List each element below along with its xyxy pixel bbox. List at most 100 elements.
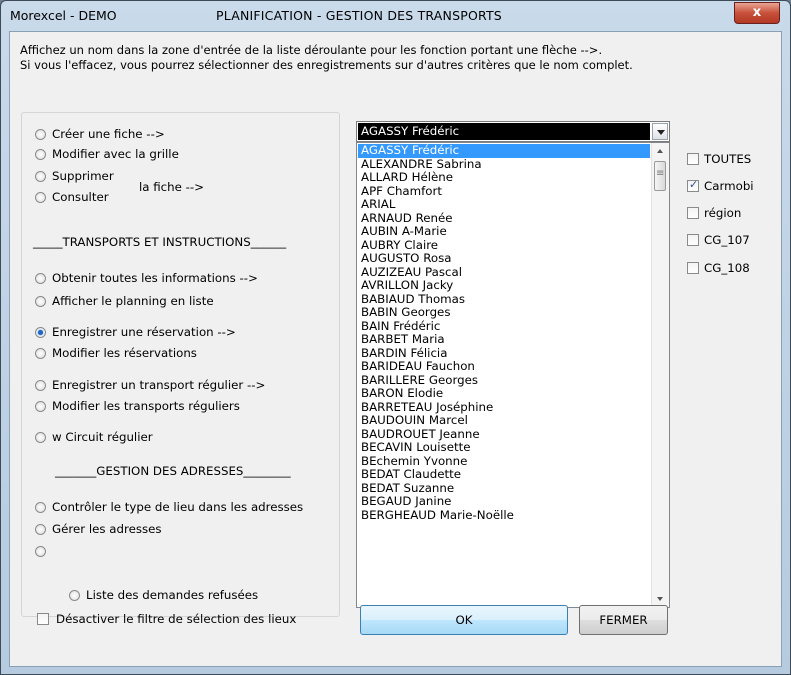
radio-creer-fiche[interactable]: Créer une fiche --> <box>35 127 165 141</box>
checkbox-box <box>37 613 49 625</box>
section-transports-title: _____TRANSPORTS ET INSTRUCTIONS______ <box>33 235 287 249</box>
intro-line-1: Affichez un nom dans la zone d'entrée de… <box>20 43 603 57</box>
list-item[interactable]: AUBIN A-Marie <box>358 225 650 239</box>
radio-obtenir-informations[interactable]: Obtenir toutes les informations --> <box>35 271 258 285</box>
radio-label: Consulter <box>52 190 109 204</box>
list-item[interactable]: BERGHEAUD Marie-Noëlle <box>358 509 650 523</box>
filter-region-checkbox[interactable]: région <box>687 206 741 220</box>
radio-empty-option[interactable] <box>35 544 52 558</box>
list-item[interactable]: AUGUSTO Rosa <box>358 252 650 266</box>
radio-label: Enregistrer un transport régulier --> <box>52 378 266 392</box>
list-scrollbar[interactable] <box>651 143 669 607</box>
scroll-thumb[interactable] <box>654 161 666 191</box>
radio-modifier-reservations[interactable]: Modifier les réservations <box>35 346 197 360</box>
list-items: AGASSY Frédéric ALEXANDRE Sabrina ALLARD H… <box>358 144 650 522</box>
dialog-client-area: Affichez un nom dans la zone d'entrée de… <box>9 31 782 667</box>
fermer-button[interactable]: FERMER <box>579 605 668 635</box>
radio-controler-lieu[interactable]: Contrôler le type de lieu dans les adres… <box>35 500 303 514</box>
list-item[interactable]: BEGAUD Janine <box>358 495 650 509</box>
radio-dot <box>35 380 46 391</box>
title-bar: Morexcel - DEMO PLANIFICATION - GESTION … <box>1 1 790 31</box>
list-item[interactable]: AUBRY Claire <box>358 239 650 253</box>
list-item[interactable]: BEDAT Claudette <box>358 468 650 482</box>
radio-gerer-adresses[interactable]: Gérer les adresses <box>35 522 162 536</box>
radio-consulter[interactable]: Consulter <box>35 190 109 204</box>
radio-dot <box>35 432 46 443</box>
list-item[interactable]: APF Chamfort <box>358 185 650 199</box>
list-item[interactable]: BARDIN Félicia <box>358 347 650 361</box>
scroll-up-icon[interactable] <box>652 143 669 160</box>
radio-circuit-regulier[interactable]: w Circuit régulier <box>35 430 153 444</box>
chevron-down-icon[interactable] <box>652 123 668 140</box>
name-combobox[interactable]: AGASSY Frédéric <box>356 121 670 142</box>
desactiver-filtre-checkbox[interactable]: Désactiver le filtre de sélection des li… <box>37 612 296 626</box>
list-item[interactable]: AUZIZEAU Pascal <box>358 266 650 280</box>
radio-dot <box>69 590 80 601</box>
dialog-title: PLANIFICATION - GESTION DES TRANSPORTS <box>216 8 502 23</box>
radio-dot <box>35 273 46 284</box>
filter-label: Carmobi <box>704 179 754 193</box>
list-item[interactable]: BARIDEAU Fauchon <box>358 360 650 374</box>
checkbox-box <box>687 262 699 274</box>
close-button[interactable]: x <box>734 2 780 24</box>
list-item[interactable]: BAUDOUIN Marcel <box>358 414 650 428</box>
filter-label: CG_107 <box>704 233 750 247</box>
radio-label: Liste des demandes refusées <box>86 588 259 602</box>
la-fiche-label: la fiche --> <box>139 180 205 194</box>
filter-cg108-checkbox[interactable]: CG_108 <box>687 261 750 275</box>
radio-enregistrer-reservation[interactable]: Enregistrer une réservation --> <box>35 325 236 339</box>
radio-afficher-planning[interactable]: Afficher le planning en liste <box>35 294 214 308</box>
list-item[interactable]: BARON Elodie <box>358 387 650 401</box>
radio-label: Enregistrer une réservation --> <box>52 325 236 339</box>
list-item[interactable]: BEDAT Suzanne <box>358 482 650 496</box>
filter-label: région <box>704 206 742 220</box>
radio-label: Gérer les adresses <box>52 522 162 536</box>
radio-label: Supprimer <box>52 169 114 183</box>
list-item[interactable]: BABIAUD Thomas <box>358 293 650 307</box>
ok-button[interactable]: OK <box>360 605 568 635</box>
filter-label: TOUTES <box>704 152 752 166</box>
radio-dot <box>35 524 46 535</box>
combobox-value[interactable]: AGASSY Frédéric <box>358 123 650 140</box>
list-item[interactable]: BAUDROUET Jeanne <box>358 428 650 442</box>
desactiver-filtre-label: Désactiver le filtre de sélection des li… <box>56 612 297 626</box>
list-item[interactable]: BAIN Frédéric <box>358 320 650 334</box>
list-item[interactable]: AVRILLON Jacky <box>358 279 650 293</box>
list-item[interactable]: BECAVIN Louisette <box>358 441 650 455</box>
checkbox-box <box>687 153 699 165</box>
list-item[interactable]: ALLARD Hélène <box>358 171 650 185</box>
radio-dot <box>35 171 46 182</box>
list-item[interactable]: AGASSY Frédéric <box>358 144 650 158</box>
filter-label: CG_108 <box>704 261 750 275</box>
radio-modifier-transports[interactable]: Modifier les transports réguliers <box>35 399 240 413</box>
list-item[interactable]: BABIN Georges <box>358 306 650 320</box>
names-listbox[interactable]: AGASSY Frédéric ALEXANDRE Sabrina ALLARD H… <box>356 142 670 608</box>
filter-carmobi-checkbox[interactable]: Carmobi <box>687 178 754 193</box>
close-icon: x <box>752 5 762 20</box>
radio-dot <box>35 149 46 160</box>
radio-dot <box>35 348 46 359</box>
filter-cg107-checkbox[interactable]: CG_107 <box>687 233 750 247</box>
list-item[interactable]: ARIAL <box>358 198 650 212</box>
section-adresses-title: _______GESTION DES ADRESSES________ <box>55 464 291 478</box>
radio-liste-refusees[interactable]: Liste des demandes refusées <box>69 588 258 602</box>
radio-dot <box>35 502 46 513</box>
radio-label: Créer une fiche --> <box>52 127 165 141</box>
radio-label: Afficher le planning en liste <box>52 294 214 308</box>
list-item[interactable]: BARRETEAU Joséphine <box>358 401 650 415</box>
list-item[interactable]: BEchemin Yvonne <box>358 455 650 469</box>
checkbox-box <box>687 234 699 246</box>
checkbox-box <box>687 207 699 219</box>
list-item[interactable]: BARBET Maria <box>358 333 650 347</box>
radio-enregistrer-transport[interactable]: Enregistrer un transport régulier --> <box>35 378 265 392</box>
radio-dot <box>35 192 46 203</box>
radio-modifier-grille[interactable]: Modifier avec la grille <box>35 147 179 161</box>
radio-label: Modifier les transports réguliers <box>52 399 240 413</box>
list-item[interactable]: BARILLERE Georges <box>358 374 650 388</box>
radio-dot <box>35 327 46 338</box>
list-item[interactable]: ARNAUD Renée <box>358 212 650 226</box>
filter-toutes-checkbox[interactable]: TOUTES <box>687 152 751 166</box>
list-item[interactable]: ALEXANDRE Sabrina <box>358 158 650 172</box>
radio-supprimer[interactable]: Supprimer <box>35 169 114 183</box>
radio-label: Obtenir toutes les informations --> <box>52 271 258 285</box>
